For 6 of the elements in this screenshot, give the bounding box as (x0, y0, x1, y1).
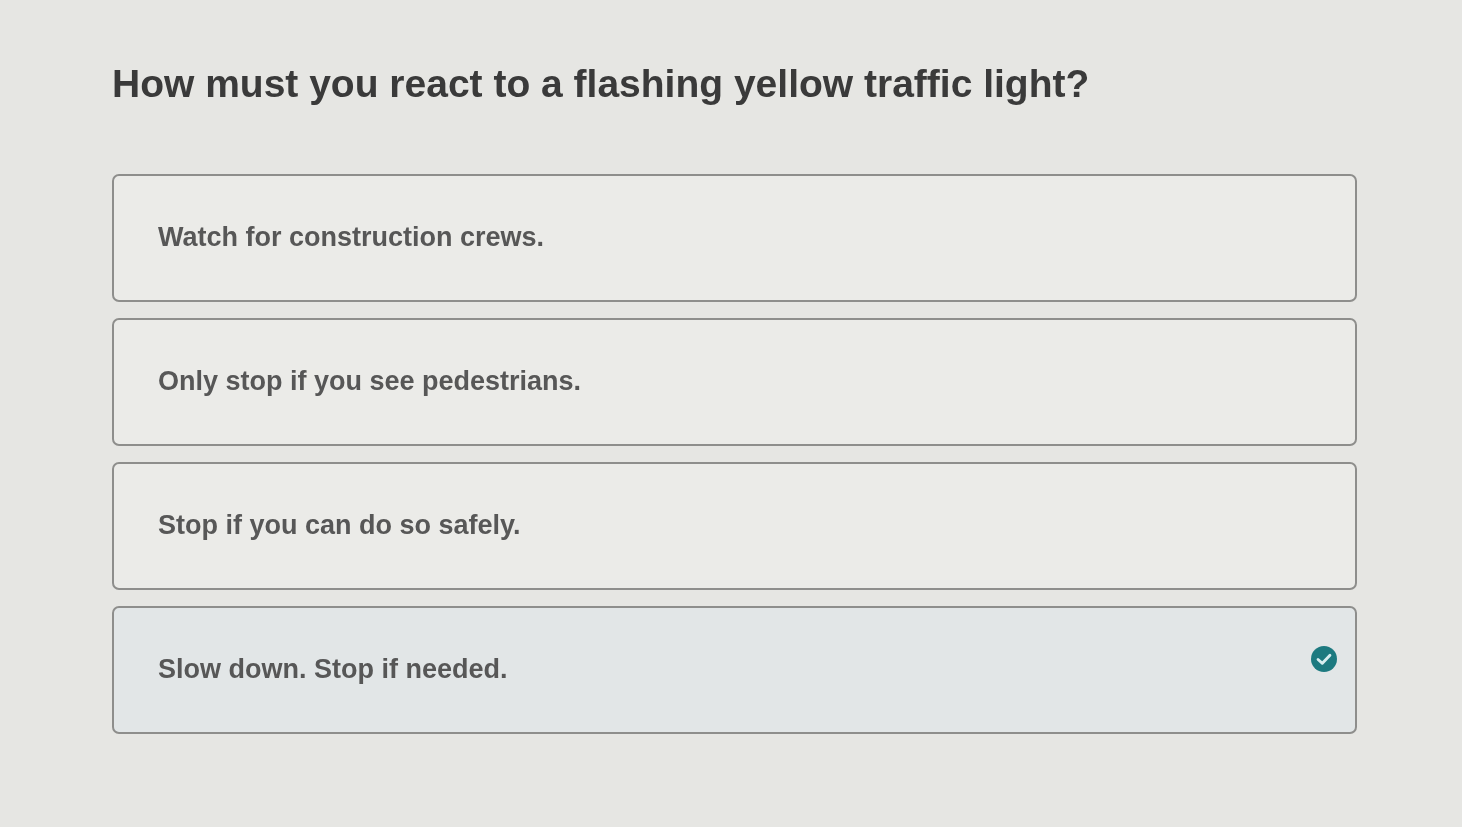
question-text: How must you react to a flashing yellow traffic light? (112, 62, 1091, 106)
check-circle-icon (1311, 646, 1337, 672)
answer-option[interactable]: Only stop if you see pedestrians. (112, 318, 1357, 446)
answer-option[interactable]: Slow down. Stop if needed. (112, 606, 1357, 734)
answer-option[interactable]: Watch for construction crews. (112, 174, 1357, 302)
answer-option[interactable]: Stop if you can do so safely. (112, 462, 1357, 590)
